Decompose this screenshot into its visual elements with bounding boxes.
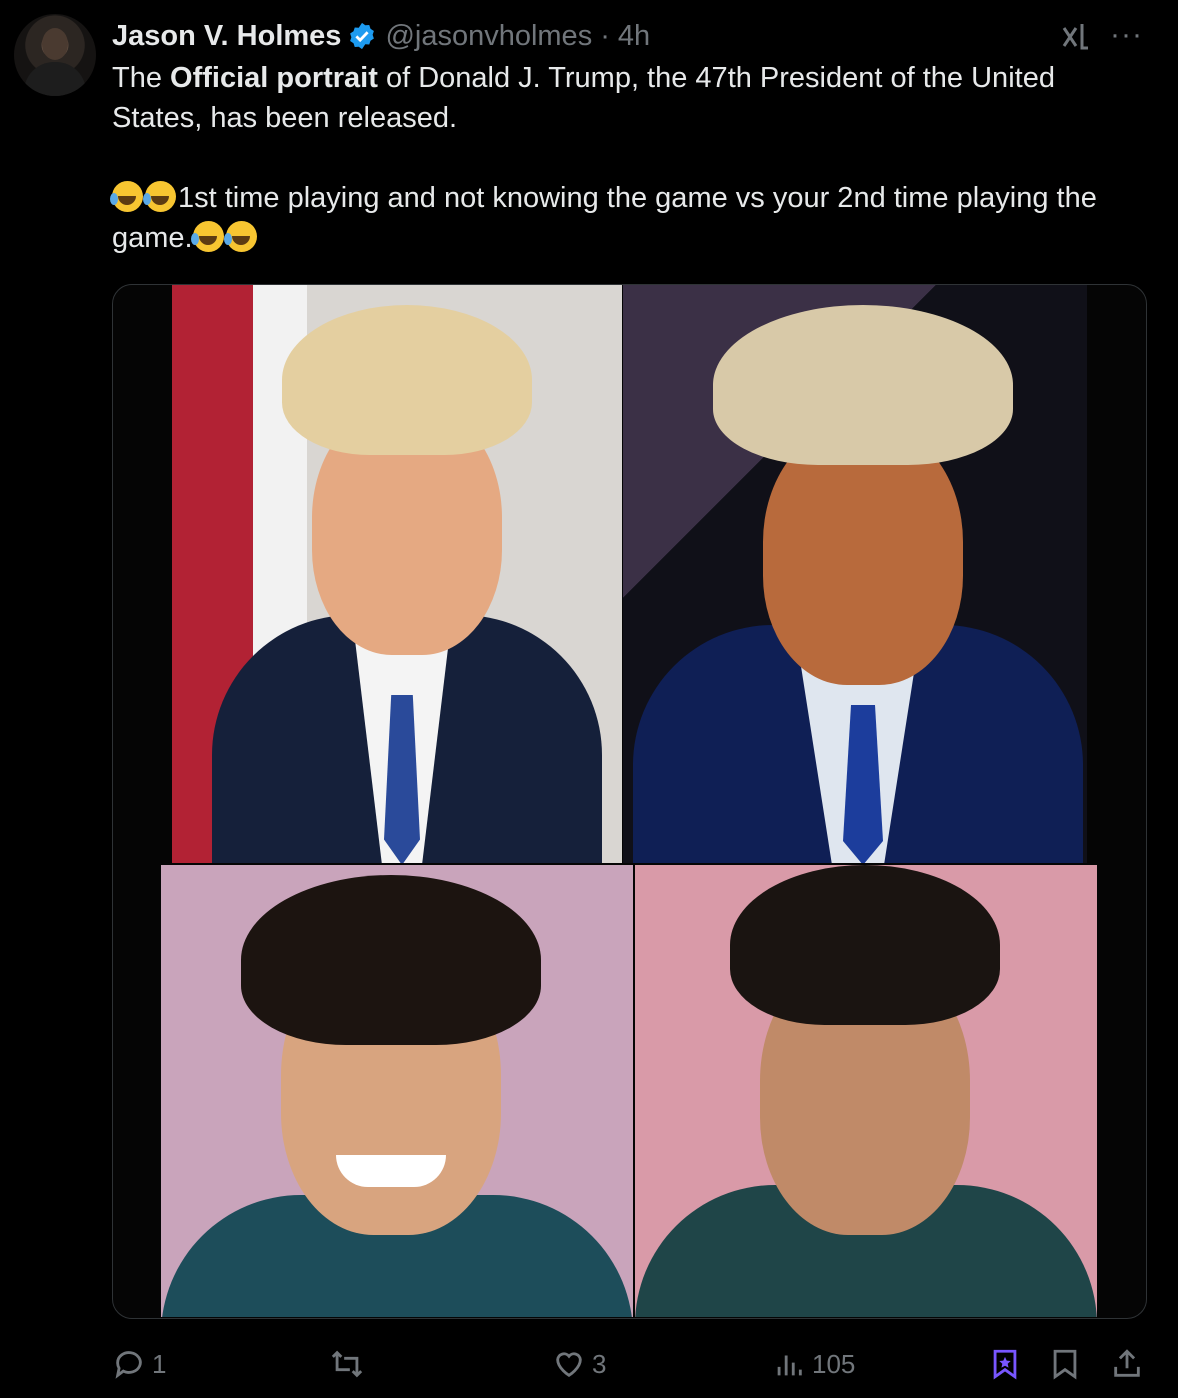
- photo-trump-serious: [623, 285, 1087, 863]
- grok-bookmark-button[interactable]: [988, 1346, 1022, 1382]
- tweet-actions: 1 3 105: [0, 1346, 1178, 1386]
- separator-dot: ·: [600, 19, 610, 52]
- text-part-1: The: [112, 62, 171, 94]
- grok-icon[interactable]: [1058, 20, 1092, 54]
- post-time[interactable]: 4h: [618, 20, 650, 53]
- like-icon: [556, 1352, 582, 1378]
- rofl-emoji-icon: [110, 181, 143, 212]
- rofl-emoji-icon: [143, 181, 176, 212]
- share-button[interactable]: [1110, 1346, 1144, 1382]
- share-icon: [1114, 1349, 1140, 1377]
- author-avatar[interactable]: [14, 14, 96, 96]
- more-icon[interactable]: ···: [1110, 18, 1143, 52]
- author-name[interactable]: Jason V. Holmes: [112, 20, 341, 53]
- reply-button[interactable]: 1: [112, 1346, 166, 1382]
- author-handle[interactable]: @jasonvholmes: [385, 20, 592, 53]
- views-icon: [777, 1355, 802, 1376]
- repost-button[interactable]: [330, 1346, 370, 1382]
- repost-icon: [331, 1350, 363, 1378]
- text-bold: Official portrait: [170, 62, 378, 94]
- rofl-emoji-icon: [223, 221, 257, 252]
- tweet-media[interactable]: [112, 284, 1147, 1319]
- bookmark-button[interactable]: [1048, 1346, 1082, 1382]
- photo-serious-player: [635, 865, 1097, 1317]
- verified-badge-icon: [350, 22, 375, 50]
- reply-icon: [115, 1351, 142, 1379]
- avatar-body: [24, 62, 86, 96]
- photo-trump-smiling: [172, 285, 622, 863]
- reply-count: 1: [152, 1348, 167, 1379]
- photo-smiling-player: [161, 865, 633, 1317]
- text-line-2: 1st time playing and not knowing the gam…: [112, 182, 1097, 254]
- tweet-header: Jason V. Holmes @jasonvholmes · 4h: [112, 16, 650, 56]
- bookmark-icon: [1053, 1349, 1077, 1380]
- views-count: 105: [812, 1348, 856, 1379]
- avatar-head: [42, 28, 68, 60]
- tweet-text: The Official portrait of Donald J. Trump…: [110, 58, 1132, 258]
- views-button[interactable]: 105: [772, 1346, 855, 1382]
- grok-bookmark-icon: [993, 1349, 1017, 1380]
- like-count: 3: [592, 1348, 607, 1379]
- like-button[interactable]: 3: [552, 1346, 606, 1382]
- rofl-emoji-icon: [190, 221, 224, 252]
